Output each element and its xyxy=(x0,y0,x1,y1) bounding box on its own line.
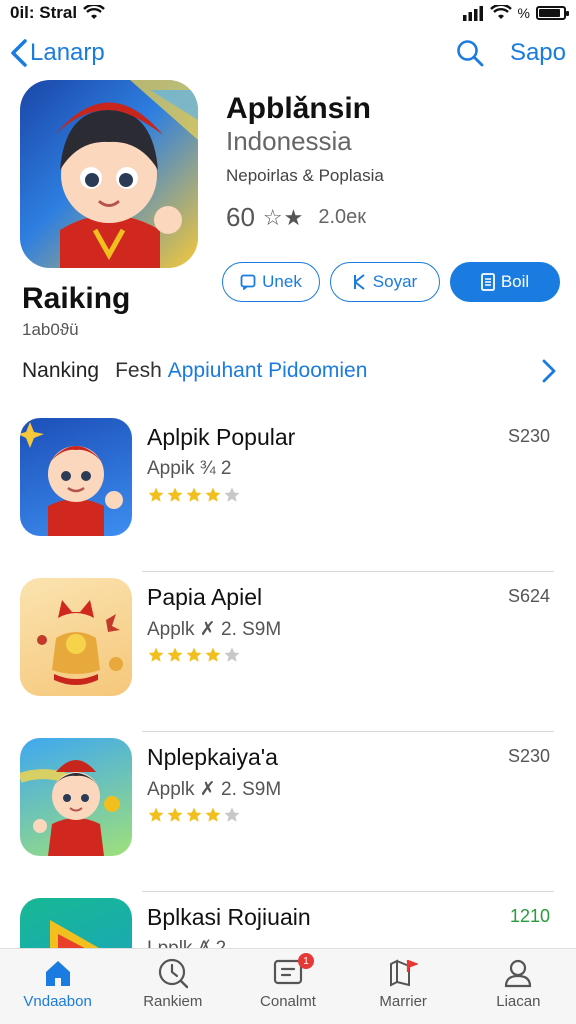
list-item[interactable]: Papia Apiel Applk ✗ 2. S9M S624 xyxy=(20,572,556,732)
share-button[interactable]: Soyar xyxy=(330,262,440,302)
tab-map[interactable]: Marrier xyxy=(353,957,453,1010)
tab-label: Conalmt xyxy=(260,993,316,1010)
item-subtitle: Appik ¾ 2 xyxy=(147,458,232,479)
home-icon xyxy=(45,961,70,986)
item-price[interactable]: S624 xyxy=(508,586,550,607)
carrier-label: 0il: Stral xyxy=(10,3,78,22)
back-button[interactable]: Lanarp xyxy=(10,38,105,68)
document-icon xyxy=(480,273,495,291)
star-icon xyxy=(167,487,183,502)
tab-profile[interactable]: Liacan xyxy=(468,957,568,1010)
app-category: Nepoirlas & Poplasia xyxy=(226,166,384,185)
battery-icon xyxy=(536,6,569,20)
item-subtitle: Applk ✗ 2. S9M xyxy=(147,619,282,640)
list-item[interactable]: Aplpik Popular Appik ¾ 2 S230 xyxy=(20,412,556,572)
star-icon xyxy=(205,647,221,662)
tab-home[interactable]: Vndaabon xyxy=(8,957,108,1010)
map-flag-icon xyxy=(390,959,419,987)
tab-ranking[interactable]: Rankiem xyxy=(123,957,223,1010)
back-label: Lanarp xyxy=(30,39,105,66)
dancer-girl-icon xyxy=(20,738,132,856)
wifi-icon xyxy=(83,5,105,19)
user-icon xyxy=(505,959,532,988)
star-icon xyxy=(186,807,202,822)
star-icon xyxy=(167,807,183,822)
hero-character-icon xyxy=(55,80,198,268)
star-rating xyxy=(147,806,241,824)
star-icon xyxy=(148,807,164,822)
status-bar: 0il: Stral % xyxy=(0,0,576,26)
ranking-link[interactable]: Appiuhant Pidoomien xyxy=(168,359,368,383)
item-title: Nplepkaiya'a xyxy=(147,744,278,770)
app-title: Apblǎnsin xyxy=(226,92,372,125)
search-icon[interactable] xyxy=(456,39,484,67)
ranking-link-row[interactable]: Nanking Fesh Appiuhant Pidoomien xyxy=(22,352,556,390)
app-list: Aplpik Popular Appik ¾ 2 S230 Papia Apie… xyxy=(20,412,556,1024)
app-subtitle: Indonessia xyxy=(226,126,352,156)
item-price[interactable]: 1210 xyxy=(510,906,550,927)
item-subtitle: Applk ✗ 2. S9M xyxy=(147,779,282,800)
action-buttons: Unek Soyar Boil xyxy=(222,262,560,302)
tab-label: Marrier xyxy=(379,993,427,1010)
tab-label: Vndaabon xyxy=(23,993,92,1010)
battery-percent: % xyxy=(517,5,530,21)
message-square-icon xyxy=(240,274,256,290)
get-button[interactable]: Boil xyxy=(450,262,560,302)
star-icon xyxy=(148,487,164,502)
get-label: Boil xyxy=(500,272,530,291)
temple-bell-icon xyxy=(20,578,132,696)
unlock-button[interactable]: Unek xyxy=(222,262,320,302)
star-icon xyxy=(224,647,240,662)
item-price[interactable]: S230 xyxy=(508,426,550,447)
star-icon xyxy=(186,647,202,662)
fresh-label: Fesh xyxy=(115,359,162,382)
item-title: Aplpik Popular xyxy=(147,424,296,450)
star-icon xyxy=(205,807,221,822)
tab-messages[interactable]: 1 Conalmt xyxy=(238,953,338,1010)
rating-count: 2.0ек xyxy=(318,206,367,228)
hero-boy-icon xyxy=(20,418,132,536)
list-item[interactable]: Nplepkaiya'a Applk ✗ 2. S9M S230 xyxy=(20,732,556,892)
clock-icon xyxy=(158,958,188,989)
star-icon xyxy=(224,487,240,502)
star-rating xyxy=(147,486,241,504)
wifi-icon xyxy=(489,5,512,19)
chevron-right-icon xyxy=(542,359,556,383)
notification-badge: 1 xyxy=(297,953,314,969)
share-label: Soyar xyxy=(372,272,418,291)
item-price[interactable]: S230 xyxy=(508,746,550,767)
section-subtitle: 1ab0ϑü xyxy=(22,320,79,339)
section-title: Raiking xyxy=(22,282,131,315)
app-icon[interactable] xyxy=(20,80,198,268)
app-header: Apblǎnsin Indonessia Nepoirlas & Poplasi… xyxy=(20,80,560,270)
item-title: Bplkasi Rojiuain xyxy=(147,904,311,930)
tab-label: Liacan xyxy=(496,993,541,1010)
chevron-left-icon xyxy=(11,39,27,67)
nav-bar: Lanarp Sapo xyxy=(0,30,576,76)
star-icon xyxy=(167,647,183,662)
star-icon xyxy=(205,487,221,502)
unlock-label: Unek xyxy=(262,272,302,291)
star-icon: ☆★ xyxy=(262,204,305,230)
app-rating: 60 ☆★ 2.0ек xyxy=(226,202,366,233)
ranking-label: Nanking xyxy=(22,359,100,382)
signal-icon xyxy=(462,6,483,21)
nav-action-button[interactable]: Sapo xyxy=(510,39,566,67)
item-title: Papia Apiel xyxy=(147,584,263,610)
star-icon xyxy=(148,647,164,662)
tab-label: Rankiem xyxy=(143,993,203,1010)
share-icon xyxy=(353,274,365,290)
star-icon xyxy=(186,487,202,502)
star-icon xyxy=(224,807,240,822)
tab-bar: Vndaabon Rankiem 1 Conalmt Marrier Liaca… xyxy=(0,948,576,1024)
rating-number: 60 xyxy=(226,202,255,232)
star-rating xyxy=(147,646,241,664)
